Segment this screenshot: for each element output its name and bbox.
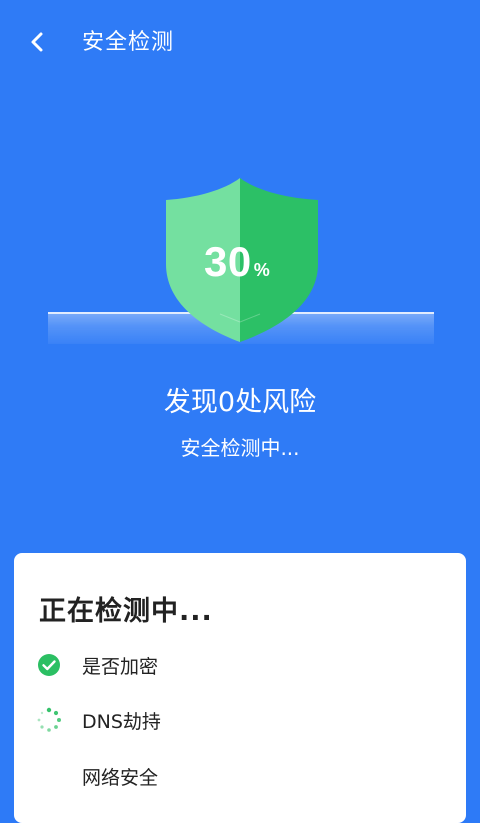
check-item-label: DNS劫持 xyxy=(82,710,161,733)
scan-progress-label: 30 % xyxy=(204,238,270,286)
scan-details-card: 正在检测中... 是否加密 DNS劫持 网络安全 xyxy=(14,553,466,823)
check-item-network: 网络安全 xyxy=(36,761,158,791)
check-item-encryption: 是否加密 xyxy=(36,650,158,680)
progress-unit: % xyxy=(253,260,270,280)
check-item-label: 网络安全 xyxy=(82,766,159,789)
page-title: 安全检测 xyxy=(82,30,175,55)
check-item-dns: DNS劫持 xyxy=(36,705,161,735)
pending-placeholder xyxy=(36,763,62,789)
scan-status: 安全检测中... xyxy=(180,436,300,460)
chevron-left-icon xyxy=(31,32,43,52)
check-circle-icon xyxy=(36,652,62,678)
risk-summary: 发现0处风险 xyxy=(163,387,317,418)
progress-value: 30 xyxy=(204,238,252,285)
check-item-label: 是否加密 xyxy=(82,655,159,678)
security-scan-screen: 安全检测 30 % 发现0处风险 安全检测中... 正在检测中... 是否加密 xyxy=(0,0,480,823)
top-bar: 安全检测 xyxy=(0,0,480,84)
card-title: 正在检测中... xyxy=(39,596,213,627)
spinner-icon xyxy=(36,707,62,733)
back-button[interactable] xyxy=(18,22,58,62)
